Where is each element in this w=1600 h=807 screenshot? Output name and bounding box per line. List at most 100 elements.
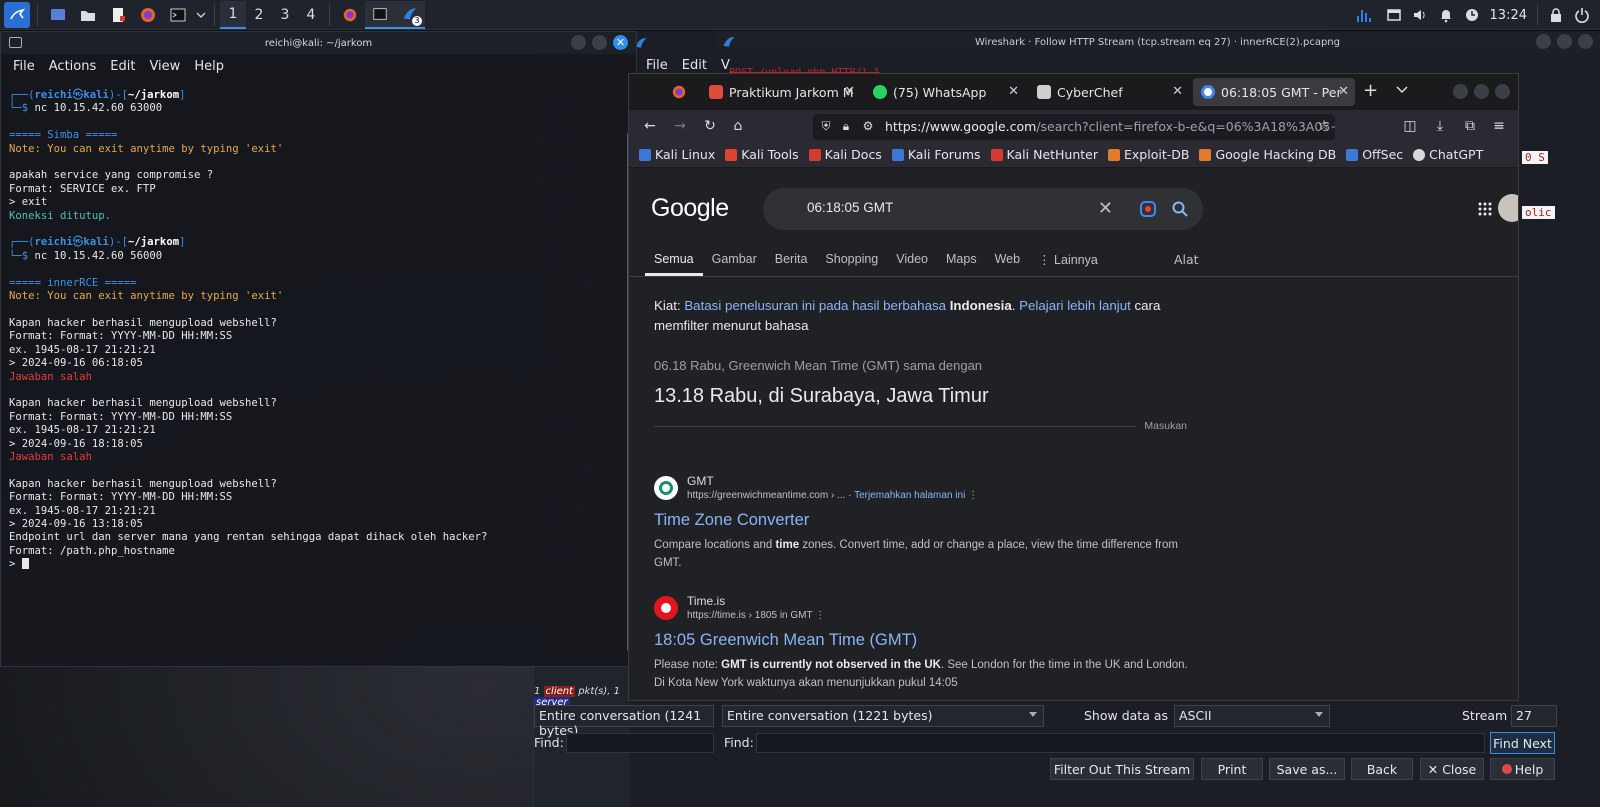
bookmark-kali-tools[interactable]: Kali Tools	[725, 147, 799, 162]
home-icon[interactable]: ⌂	[729, 117, 747, 135]
tab-whatsapp[interactable]: (75) WhatsApp ✕	[865, 78, 1025, 106]
window-icon[interactable]	[1386, 7, 1402, 23]
stream-number-spinbox[interactable]: 27	[1511, 705, 1557, 727]
tab-web[interactable]: Web	[986, 246, 1029, 276]
text-editor-icon[interactable]	[105, 2, 131, 28]
tab-shopping[interactable]: Shopping	[816, 246, 887, 276]
google-search-box[interactable]: 06:18:05 GMT ✕	[763, 188, 1203, 230]
close-tab-icon[interactable]: ✕	[1172, 84, 1183, 99]
more-options-icon[interactable]: ⋮	[815, 610, 825, 621]
find-next-button[interactable]: Find Next	[1490, 732, 1555, 754]
tab-maps[interactable]: Maps	[937, 246, 986, 276]
maximize-button[interactable]	[1474, 84, 1489, 99]
feedback-link[interactable]: Masukan	[1136, 420, 1187, 432]
minimize-button[interactable]	[571, 35, 586, 50]
extensions-icon[interactable]: ⧉	[1461, 117, 1479, 135]
lock-icon[interactable]: 🔒︎	[837, 117, 855, 135]
translate-page-link[interactable]: Terjemahkan halaman ini	[854, 490, 965, 501]
help-button[interactable]: Help	[1490, 758, 1555, 780]
bookmark-exploit-db[interactable]: Exploit-DB	[1108, 147, 1189, 162]
tab-praktikum-jarkom[interactable]: Praktikum Jarkom Mo ✕	[701, 78, 861, 106]
bookmark-kali-linux[interactable]: Kali Linux	[639, 147, 715, 162]
minimize-button[interactable]	[1536, 34, 1551, 49]
pocket-icon[interactable]: ◫	[1401, 117, 1419, 135]
tab-google-search[interactable]: 06:18:05 GMT - Penel ✕	[1193, 78, 1355, 106]
restrict-language-link[interactable]: Batasi penelusuran ini pada hasil berbah…	[684, 298, 1011, 313]
url-bar[interactable]: https://www.google.com/search?client=fir…	[813, 114, 1335, 140]
close-tab-icon[interactable]: ✕	[844, 84, 855, 99]
reload-icon[interactable]: ↻	[701, 117, 719, 135]
menu-edit[interactable]: Edit	[682, 58, 707, 73]
forward-arrow-icon[interactable]: →	[671, 117, 689, 135]
taskbar-firefox-window[interactable]	[335, 1, 365, 29]
bookmark-kali-docs[interactable]: Kali Docs	[808, 147, 882, 162]
tab-news[interactable]: Berita	[766, 246, 817, 276]
chevron-down-icon[interactable]	[195, 2, 207, 28]
conversation-select[interactable]: Entire conversation (1221 bytes)	[722, 705, 1044, 727]
permissions-icon[interactable]: ⚙	[859, 117, 877, 135]
volume-icon[interactable]	[1412, 7, 1428, 23]
clock[interactable]: 13:24	[1490, 8, 1527, 23]
menu-file[interactable]: File	[13, 59, 35, 74]
bookmark-star-icon[interactable]: ☆	[1315, 117, 1333, 135]
menu-file[interactable]: File	[646, 58, 668, 73]
print-button[interactable]: Print	[1201, 758, 1263, 780]
result-title-link[interactable]: Time Zone Converter	[654, 511, 1194, 530]
filter-out-stream-button[interactable]: Filter Out This Stream	[1050, 758, 1194, 780]
taskbar-terminal-window[interactable]	[365, 0, 395, 29]
menu-actions[interactable]: Actions	[49, 59, 97, 74]
workspace-4[interactable]: 4	[298, 1, 324, 29]
tab-more[interactable]: ⋮ Lainnya	[1029, 246, 1107, 276]
terminal-output[interactable]: ┌──(reichi㉿kali)-[~/jarkom] └─$ nc 10.15…	[1, 79, 636, 649]
close-button[interactable]: ✕	[613, 35, 628, 50]
hamburger-menu-icon[interactable]: ≡	[1490, 117, 1508, 135]
google-apps-grid-icon[interactable]	[1478, 202, 1492, 216]
power-icon[interactable]	[1574, 7, 1590, 23]
tools-button[interactable]: Alat	[1174, 252, 1199, 267]
find-input[interactable]	[756, 733, 1485, 753]
maximize-button[interactable]	[1557, 34, 1572, 49]
minimize-button[interactable]	[1453, 84, 1468, 99]
save-as-button[interactable]: Save as...	[1269, 758, 1345, 780]
tab-videos[interactable]: Video	[887, 246, 937, 276]
tab-all[interactable]: Semua	[645, 246, 703, 276]
search-icon[interactable]	[1171, 200, 1189, 218]
workspace-3[interactable]: 3	[272, 1, 298, 29]
bookmark-google-hacking-db[interactable]: Google Hacking DB	[1199, 147, 1336, 162]
bookmark-kali-nethunter[interactable]: Kali NetHunter	[990, 147, 1098, 162]
menu-edit[interactable]: Edit	[110, 59, 135, 74]
close-button[interactable]	[1578, 34, 1593, 49]
lock-icon[interactable]	[1548, 7, 1564, 23]
workspace-1[interactable]: 1	[220, 0, 246, 29]
close-tab-icon[interactable]: ✕	[1338, 84, 1349, 99]
terminal-launcher-icon[interactable]	[165, 2, 191, 28]
menu-help[interactable]: Help	[194, 59, 224, 74]
find-input-left[interactable]	[566, 733, 714, 753]
file-manager-icon[interactable]	[75, 2, 101, 28]
back-button[interactable]: Back	[1351, 758, 1413, 780]
result-title-link[interactable]: 18:05 Greenwich Mean Time (GMT)	[654, 631, 1194, 650]
firefox-view-icon[interactable]	[671, 84, 687, 104]
bookmark-kali-forums[interactable]: Kali Forums	[891, 147, 981, 162]
taskbar-wireshark-window[interactable]: 3	[395, 0, 425, 29]
learn-more-link[interactable]: Pelajari lebih lanjut	[1019, 298, 1131, 313]
maximize-button[interactable]	[592, 35, 607, 50]
close-stream-button[interactable]: ✕ Close	[1420, 758, 1484, 780]
notifications-bell-icon[interactable]	[1438, 7, 1454, 23]
tab-images[interactable]: Gambar	[703, 246, 766, 276]
show-desktop-icon[interactable]	[45, 2, 71, 28]
back-arrow-icon[interactable]: ←	[641, 117, 659, 135]
more-options-icon[interactable]: ⋮	[968, 490, 978, 501]
list-all-tabs-icon[interactable]	[1395, 82, 1409, 100]
avatar[interactable]	[1498, 194, 1518, 222]
google-lens-icon[interactable]	[1139, 200, 1157, 218]
kali-menu-icon[interactable]	[4, 1, 30, 28]
clear-search-icon[interactable]: ✕	[1098, 198, 1113, 219]
close-tab-icon[interactable]: ✕	[1008, 84, 1019, 99]
bookmark-chatgpt[interactable]: ChatGPT	[1413, 147, 1483, 162]
google-logo[interactable]: Google	[651, 194, 729, 223]
downloads-icon[interactable]: ⤓	[1431, 117, 1449, 135]
show-data-select[interactable]: ASCII	[1174, 705, 1330, 727]
bookmark-offsec[interactable]: OffSec	[1346, 147, 1403, 162]
tab-cyberchef[interactable]: CyberChef ✕	[1029, 78, 1189, 106]
